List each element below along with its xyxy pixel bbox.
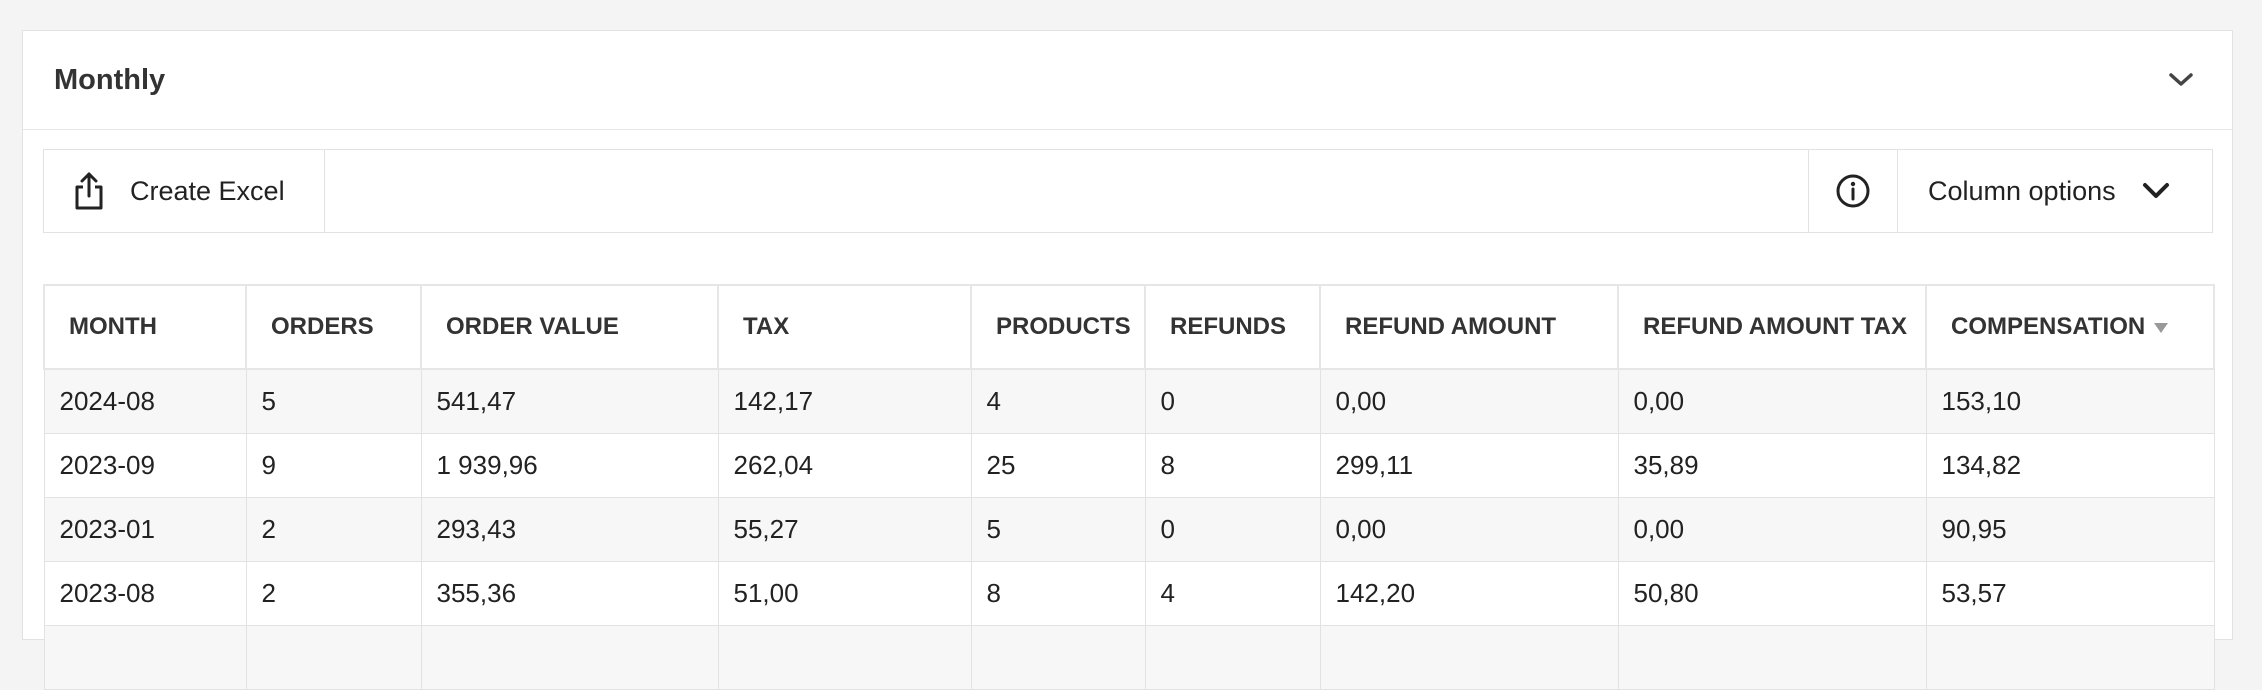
column-header-orders[interactable]: ORDERS <box>245 284 422 370</box>
sort-descending-icon <box>2153 313 2169 341</box>
cell-order-value <box>420 624 719 690</box>
cell-refunds: 8 <box>1144 432 1321 498</box>
column-options-label: Column options <box>1928 175 2116 206</box>
collapse-toggle-button[interactable] <box>2161 60 2201 100</box>
panel-header[interactable]: Monthly <box>23 31 2232 130</box>
cell-orders: 9 <box>245 432 422 498</box>
cell-products <box>970 624 1146 690</box>
cell-refund-amount-tax <box>1617 624 1927 690</box>
cell-orders: 2 <box>245 496 422 562</box>
cell-month: 2023-08 <box>43 560 247 626</box>
column-header-refunds[interactable]: REFUNDS <box>1144 284 1321 370</box>
monthly-panel: Monthly Create Excel Column options MONT… <box>22 30 2233 690</box>
table-row[interactable] <box>43 624 2215 690</box>
column-header-month[interactable]: MONTH <box>43 284 247 370</box>
cell-tax: 142,17 <box>717 368 972 434</box>
column-header-order-value[interactable]: ORDER VALUE <box>420 284 719 370</box>
cell-products: 5 <box>970 496 1146 562</box>
cell-products: 8 <box>970 560 1146 626</box>
cell-orders <box>245 624 422 690</box>
cell-orders: 5 <box>245 368 422 434</box>
cell-refunds <box>1144 624 1321 690</box>
cell-tax: 51,00 <box>717 560 972 626</box>
cell-refund-amount-tax: 35,89 <box>1617 432 1927 498</box>
cell-tax: 55,27 <box>717 496 972 562</box>
cell-refunds: 4 <box>1144 560 1321 626</box>
info-button[interactable] <box>1808 150 1897 232</box>
cell-order-value: 355,36 <box>420 560 719 626</box>
table-row[interactable]: 2023-01 2 293,43 55,27 5 0 0,00 0,00 90,… <box>43 496 2215 562</box>
cell-refunds: 0 <box>1144 496 1321 562</box>
create-excel-button[interactable]: Create Excel <box>44 150 325 232</box>
cell-compensation: 134,82 <box>1925 432 2215 498</box>
column-header-refund-amount[interactable]: REFUND AMOUNT <box>1319 284 1619 370</box>
cell-month <box>43 624 247 690</box>
cell-tax: 262,04 <box>717 432 972 498</box>
table-row[interactable]: 2023-08 2 355,36 51,00 8 4 142,20 50,80 … <box>43 560 2215 626</box>
cell-compensation <box>1925 624 2215 690</box>
cell-month: 2023-01 <box>43 496 247 562</box>
monthly-table: MONTH ORDERS ORDER VALUE TAX PRODUCTS RE… <box>43 284 2215 690</box>
cell-refund-amount-tax: 0,00 <box>1617 368 1927 434</box>
cell-tax <box>717 624 972 690</box>
cell-compensation: 153,10 <box>1925 368 2215 434</box>
panel-title: Monthly <box>54 63 166 96</box>
chevron-down-icon <box>2142 182 2170 200</box>
column-header-tax[interactable]: TAX <box>717 284 972 370</box>
cell-refunds: 0 <box>1144 368 1321 434</box>
table-toolbar: Create Excel Column options <box>43 149 2213 233</box>
table-row[interactable]: 2024-08 5 541,47 142,17 4 0 0,00 0,00 15… <box>43 368 2215 434</box>
share-export-icon <box>75 172 103 210</box>
cell-refund-amount: 142,20 <box>1319 560 1619 626</box>
table-header-row: MONTH ORDERS ORDER VALUE TAX PRODUCTS RE… <box>43 284 2215 370</box>
cell-compensation: 90,95 <box>1925 496 2215 562</box>
cell-products: 25 <box>970 432 1146 498</box>
cell-refund-amount: 299,11 <box>1319 432 1619 498</box>
table-row[interactable]: 2023-09 9 1 939,96 262,04 25 8 299,11 35… <box>43 432 2215 498</box>
cell-order-value: 293,43 <box>420 496 719 562</box>
cell-compensation: 53,57 <box>1925 560 2215 626</box>
column-header-products[interactable]: PRODUCTS <box>970 284 1146 370</box>
cell-refund-amount <box>1319 624 1619 690</box>
chevron-down-icon <box>2169 73 2193 86</box>
column-header-refund-amount-tax[interactable]: REFUND AMOUNT TAX <box>1617 284 1927 370</box>
cell-month: 2023-09 <box>43 432 247 498</box>
column-options-dropdown[interactable]: Column options <box>1897 150 2212 232</box>
cell-refund-amount-tax: 0,00 <box>1617 496 1927 562</box>
cell-orders: 2 <box>245 560 422 626</box>
cell-refund-amount: 0,00 <box>1319 368 1619 434</box>
create-excel-label: Create Excel <box>130 175 285 206</box>
cell-order-value: 541,47 <box>420 368 719 434</box>
cell-refund-amount-tax: 50,80 <box>1617 560 1927 626</box>
cell-refund-amount: 0,00 <box>1319 496 1619 562</box>
column-header-compensation[interactable]: COMPENSATION <box>1925 284 2215 370</box>
cell-products: 4 <box>970 368 1146 434</box>
cell-order-value: 1 939,96 <box>420 432 719 498</box>
cell-month: 2024-08 <box>43 368 247 434</box>
info-icon <box>1836 174 1870 208</box>
